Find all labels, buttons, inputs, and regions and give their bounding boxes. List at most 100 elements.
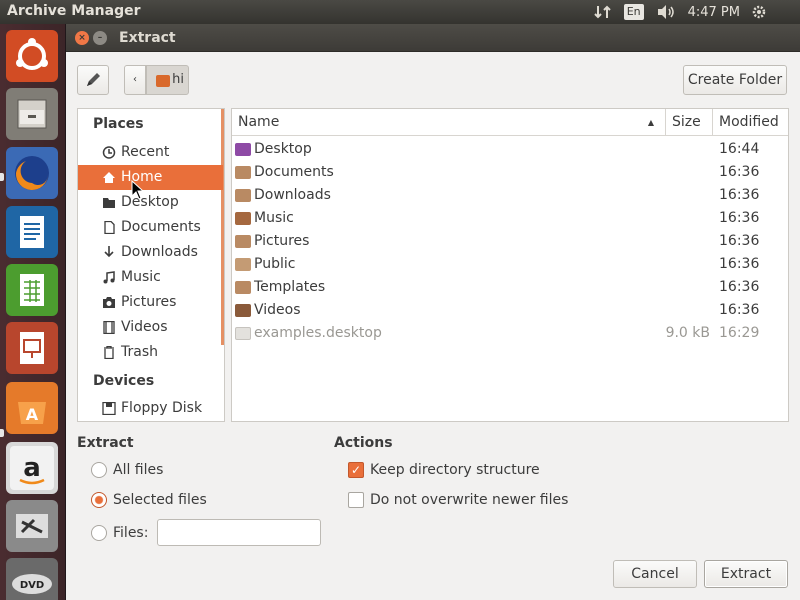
radio-button[interactable] [91, 462, 107, 478]
extract-button[interactable]: Extract [704, 560, 788, 588]
sort-ascending-icon: ▲ [647, 118, 654, 127]
folder-pictures-icon [235, 235, 251, 248]
file-row[interactable]: Templates 16:36 [232, 276, 788, 299]
type-location-button[interactable] [77, 65, 109, 95]
path-back-button[interactable]: ‹ [124, 65, 146, 95]
checkbox-label: Do not overwrite newer files [370, 492, 569, 508]
all-files-radio[interactable]: All files [91, 461, 163, 479]
places-sidebar: Places Recent Home Desktop Documents Dow… [77, 108, 225, 422]
file-modified: 16:36 [719, 233, 760, 249]
sidebar-item-home[interactable]: Home [78, 165, 223, 190]
ubuntu-logo-icon[interactable] [6, 30, 58, 82]
files-pattern-radio[interactable]: Files: [91, 524, 148, 542]
amazon-icon[interactable]: a [6, 442, 58, 494]
sidebar-item-videos[interactable]: Videos [78, 315, 223, 340]
trash-icon [102, 345, 116, 360]
radio-button[interactable] [91, 525, 107, 541]
sidebar-item-desktop[interactable]: Desktop [78, 190, 223, 215]
checkbox[interactable] [348, 492, 364, 508]
extract-dialog: × – Extract ‹ hi Create Folder Places Re… [66, 24, 800, 600]
file-row[interactable]: Pictures 16:36 [232, 230, 788, 253]
folder-videos-icon [235, 304, 251, 317]
file-modified: 16:36 [719, 210, 760, 226]
sidebar-item-pictures[interactable]: Pictures [78, 290, 223, 315]
folder-icon [102, 196, 116, 209]
file-name: Public [254, 256, 296, 272]
folder-public-icon [235, 258, 251, 271]
folder-downloads-icon [235, 189, 251, 202]
column-header-modified[interactable]: Modified [713, 109, 788, 136]
libreoffice-writer-icon[interactable] [6, 206, 58, 258]
column-header-size[interactable]: Size [666, 109, 713, 136]
firefox-icon[interactable] [6, 147, 58, 199]
network-icon[interactable] [593, 4, 612, 20]
sidebar-item-label: Floppy Disk [121, 400, 203, 416]
libreoffice-calc-icon[interactable] [6, 264, 58, 316]
download-icon [102, 246, 116, 259]
path-segment-home[interactable]: hi [146, 65, 189, 95]
file-size: 9.0 kB [665, 325, 710, 341]
file-name: examples.desktop [254, 325, 382, 341]
sidebar-item-recent[interactable]: Recent [78, 140, 223, 165]
clock-icon [102, 146, 116, 159]
sidebar-item-label: Pictures [121, 294, 177, 310]
file-row[interactable]: Videos 16:36 [232, 299, 788, 322]
minimize-icon[interactable]: – [93, 31, 107, 45]
files-app-icon[interactable] [6, 88, 58, 140]
file-row[interactable]: Public 16:36 [232, 253, 788, 276]
sidebar-item-trash[interactable]: Trash [78, 340, 223, 365]
sidebar-item-music[interactable]: Music [78, 265, 223, 290]
dialog-titlebar[interactable]: × – Extract [66, 24, 800, 52]
sidebar-item-label: Recent [121, 144, 170, 160]
sidebar-item-downloads[interactable]: Downloads [78, 240, 223, 265]
file-name: Desktop [254, 141, 312, 157]
software-center-icon[interactable]: A [6, 382, 58, 434]
file-icon [235, 327, 251, 340]
radio-label: All files [113, 462, 164, 478]
dvd-icon[interactable]: DVD [6, 558, 58, 600]
sidebar-item-floppy[interactable]: Floppy Disk [78, 396, 223, 421]
file-row[interactable]: Music 16:36 [232, 207, 788, 230]
svg-text:a: a [23, 453, 41, 483]
devices-heading: Devices [93, 373, 155, 389]
create-folder-button[interactable]: Create Folder [683, 65, 787, 95]
no-overwrite-checkbox[interactable]: Do not overwrite newer files [348, 491, 568, 509]
radio-label: Files: [113, 525, 149, 541]
pencil-icon [87, 73, 100, 86]
places-heading: Places [93, 116, 144, 132]
column-header-name[interactable]: Name ▲ [232, 109, 666, 136]
files-pattern-input[interactable] [157, 519, 321, 546]
file-name: Videos [254, 302, 301, 318]
file-modified: 16:44 [719, 141, 760, 157]
home-folder-icon [156, 75, 170, 87]
indicator-area: En 4:47 PM [593, 0, 800, 24]
file-list: Name ▲ Size Modified Desktop 16:44 Docum… [231, 108, 789, 422]
column-header-label: Name [238, 114, 280, 130]
libreoffice-impress-icon[interactable] [6, 322, 58, 374]
file-row[interactable]: examples.desktop 9.0 kB 16:29 [232, 322, 788, 345]
system-settings-icon[interactable] [6, 500, 58, 552]
keep-structure-checkbox[interactable]: ✓ Keep directory structure [348, 461, 540, 479]
checkbox[interactable]: ✓ [348, 462, 364, 478]
film-icon [102, 320, 116, 335]
floppy-icon [102, 401, 116, 416]
file-row[interactable]: Desktop 16:44 [232, 138, 788, 161]
home-icon [102, 171, 116, 184]
cancel-button[interactable]: Cancel [613, 560, 697, 588]
volume-icon[interactable] [656, 4, 676, 20]
sidebar-item-label: Music [121, 269, 161, 285]
keyboard-layout-indicator[interactable]: En [623, 4, 644, 20]
music-icon [102, 271, 116, 284]
file-row[interactable]: Documents 16:36 [232, 161, 788, 184]
radio-button[interactable] [91, 492, 107, 508]
file-name: Templates [254, 279, 326, 295]
sidebar-item-documents[interactable]: Documents [78, 215, 223, 240]
chevron-left-icon: ‹ [133, 74, 137, 85]
gear-icon[interactable] [752, 5, 766, 19]
close-icon[interactable]: × [75, 31, 89, 45]
file-row[interactable]: Downloads 16:36 [232, 184, 788, 207]
clock[interactable]: 4:47 PM [688, 5, 740, 20]
path-segment-label: hi [172, 72, 184, 87]
folder-templates-icon [235, 281, 251, 294]
selected-files-radio[interactable]: Selected files [91, 491, 207, 509]
